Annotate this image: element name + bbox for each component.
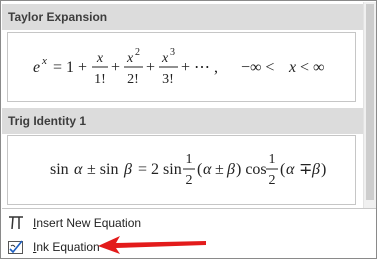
svg-text:x: x [161, 51, 169, 66]
taylor-expansion-equation: e x = 1 + x 1! + x 2 2! + x 3 3! + ⋯ , −… [33, 47, 324, 87]
annotation-arrow [98, 236, 206, 254]
svg-text:α: α [203, 161, 212, 178]
section-header-taylor-expansion: Taylor Expansion [2, 4, 363, 30]
svg-text:α: α [286, 161, 295, 178]
svg-text:3!: 3! [162, 72, 174, 87]
svg-text:) cos: ) cos [236, 161, 267, 178]
equation-tile-trig-identity-1[interactable]: sin α ± sin β = 2 sin 1 2 ( α ± β ) cos … [7, 135, 356, 205]
svg-text:2: 2 [186, 173, 193, 188]
pi-icon [7, 214, 25, 232]
svg-text:+: + [146, 59, 155, 76]
ink-equation-icon [7, 238, 25, 256]
svg-text:< ∞: < ∞ [300, 59, 324, 76]
svg-text:(: ( [197, 161, 202, 178]
svg-text:α: α [74, 161, 83, 178]
svg-text:sin: sin [50, 161, 69, 178]
svg-text:∓: ∓ [299, 161, 312, 178]
equation-gallery-list: Taylor Expansion e x = 1 + x 1! + x 2 2!… [2, 2, 363, 208]
trig-identity-equation: sin α ± sin β = 2 sin 1 2 ( α ± β ) cos … [50, 152, 326, 188]
svg-text:x: x [288, 59, 296, 76]
insert-new-equation-menu-item[interactable]: Insert New Equation [2, 212, 376, 234]
menu-divider [2, 208, 376, 209]
svg-text:2!: 2! [127, 72, 139, 87]
svg-text:± sin: ± sin [87, 161, 118, 178]
svg-text:3: 3 [170, 47, 175, 58]
svg-text:1: 1 [269, 152, 276, 167]
svg-text:±: ± [215, 161, 224, 178]
svg-text:= 1 +: = 1 + [53, 59, 87, 76]
section-title: Trig Identity 1 [8, 114, 87, 128]
svg-text:β: β [123, 161, 132, 178]
svg-text:β: β [311, 161, 320, 178]
svg-text:): ) [321, 161, 326, 178]
scrollbar-thumb[interactable] [366, 4, 374, 200]
svg-text:2: 2 [269, 173, 276, 188]
svg-text:+: + [111, 59, 120, 76]
svg-text:β: β [226, 161, 235, 178]
svg-text:1!: 1! [94, 72, 106, 87]
equation-gallery-dropdown: Taylor Expansion e x = 1 + x 1! + x 2 2!… [0, 0, 377, 259]
svg-text:= 2 sin: = 2 sin [138, 161, 182, 178]
svg-text:−∞ <: −∞ < [241, 59, 274, 76]
svg-text:(: ( [280, 161, 285, 178]
section-header-trig-identity-1: Trig Identity 1 [2, 108, 363, 134]
gallery-scrollbar[interactable] [363, 2, 376, 208]
ink-equation-label: Ink Equation [33, 240, 100, 254]
section-title: Taylor Expansion [8, 10, 108, 24]
svg-text:x: x [41, 55, 47, 67]
svg-text:e: e [33, 59, 40, 76]
svg-text:x: x [96, 51, 104, 66]
svg-text:1: 1 [186, 152, 193, 167]
insert-new-equation-label: Insert New Equation [33, 216, 142, 230]
svg-text:2: 2 [135, 47, 140, 58]
svg-text:x: x [126, 51, 134, 66]
equation-tile-taylor-expansion[interactable]: e x = 1 + x 1! + x 2 2! + x 3 3! + ⋯ , −… [7, 32, 356, 102]
svg-text:+ ⋯ ,: + ⋯ , [181, 59, 218, 76]
